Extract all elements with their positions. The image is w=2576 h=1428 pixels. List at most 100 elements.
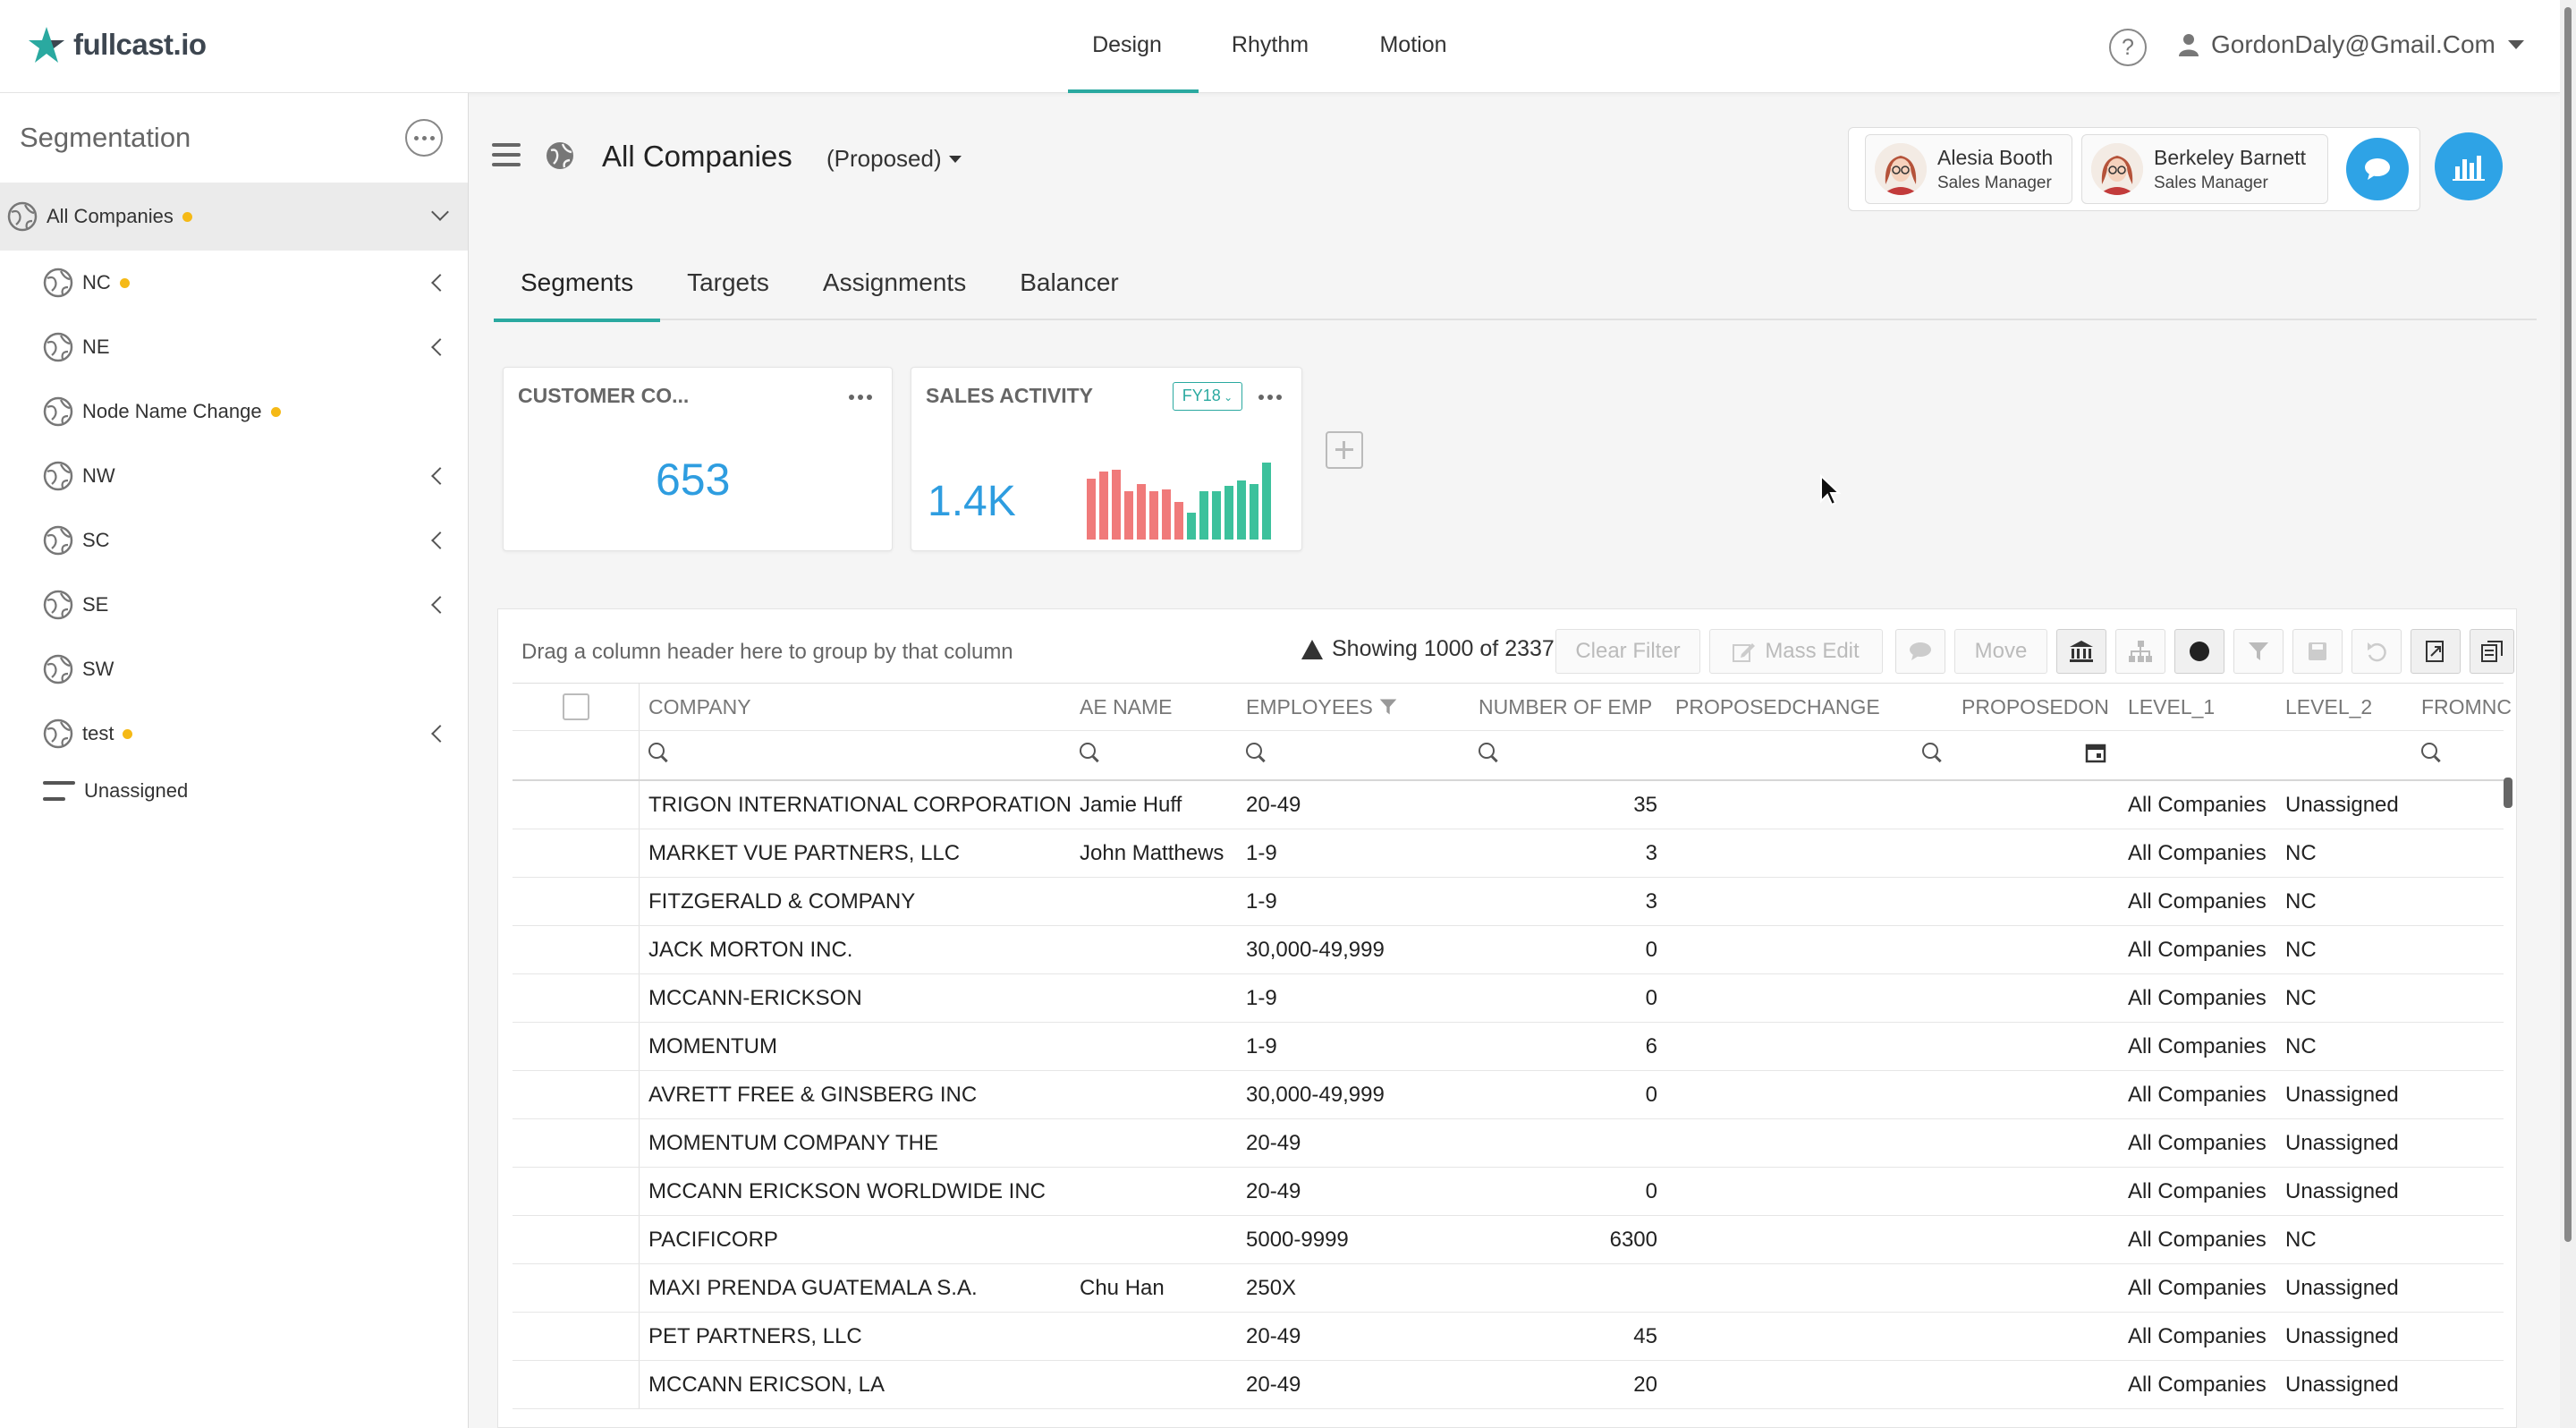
ae-name-filter[interactable]	[1071, 742, 1237, 769]
hierarchy-button[interactable]	[2115, 629, 2165, 674]
tab-segments[interactable]: Segments	[494, 251, 661, 322]
page-scrollbar[interactable]	[2560, 0, 2576, 1428]
column-header-proposedon[interactable]: PROPOSEDON	[1953, 695, 2119, 719]
filter-button[interactable]	[2233, 629, 2284, 674]
period-select[interactable]: FY18 ⌄	[1173, 382, 1242, 411]
mass-edit-button[interactable]: Mass Edit	[1709, 629, 1883, 674]
chevron-left-icon[interactable]	[431, 725, 449, 743]
clear-filter-button[interactable]: Clear Filter	[1555, 629, 1700, 674]
employees-filter[interactable]	[1237, 742, 1470, 769]
logo[interactable]: fullcast.io	[27, 25, 207, 64]
more-icon[interactable]	[1258, 395, 1282, 400]
columns-button[interactable]	[2470, 629, 2514, 674]
group-by-hint[interactable]: Drag a column header here to group by th…	[521, 640, 1013, 665]
chevron-left-icon[interactable]	[431, 274, 449, 292]
manager-card[interactable]: Berkeley Barnett Sales Manager	[2081, 134, 2328, 204]
sidebar-item-ne[interactable]: NE	[0, 315, 468, 379]
help-icon[interactable]: ?	[2109, 29, 2147, 66]
tree-root-all-companies[interactable]: All Companies	[0, 183, 468, 251]
menu-icon[interactable]	[492, 143, 521, 166]
record-button[interactable]	[2174, 629, 2224, 674]
table-row[interactable]: TRIGON INTERNATIONAL CORPORATION Jamie Hu…	[513, 781, 2504, 829]
row-select-cell[interactable]	[513, 974, 640, 1022]
manager-card[interactable]: Alesia Booth Sales Manager	[1865, 134, 2072, 204]
grid-scrollbar[interactable]	[2504, 776, 2512, 1428]
row-select-cell[interactable]	[513, 829, 640, 877]
row-select-cell[interactable]	[513, 1264, 640, 1312]
row-select-cell[interactable]	[513, 781, 640, 829]
nav-design[interactable]: Design	[1055, 0, 1199, 93]
number-of-emp-filter[interactable]	[1470, 742, 1666, 769]
tab-balancer[interactable]: Balancer	[993, 251, 1146, 320]
export-button[interactable]	[2411, 629, 2461, 674]
table-row[interactable]: JACK MORTON INC. 30,000-49,999 0 All Compan…	[513, 926, 2504, 974]
analytics-button[interactable]	[2435, 132, 2503, 200]
chevron-left-icon[interactable]	[431, 596, 449, 614]
row-select-cell[interactable]	[513, 1023, 640, 1070]
chevron-left-icon[interactable]	[431, 467, 449, 485]
row-select-cell[interactable]	[513, 1216, 640, 1263]
sales-activity-card[interactable]: SALES ACTIVITY FY18 ⌄ 1.4K	[911, 367, 1302, 551]
column-header-fromnc[interactable]: FROMNC	[2412, 695, 2511, 719]
chat-button[interactable]	[2346, 138, 2409, 200]
sidebar-item-unassigned[interactable]: Unassigned	[0, 766, 468, 816]
sidebar-item-nw[interactable]: NW	[0, 444, 468, 508]
sidebar-item-sc[interactable]: SC	[0, 508, 468, 573]
column-header-number-of-emp[interactable]: NUMBER OF EMP	[1470, 695, 1666, 719]
sidebar-item-sw[interactable]: SW	[0, 637, 468, 701]
nav-motion[interactable]: Motion	[1342, 0, 1485, 93]
sidebar-item-nc[interactable]: NC	[0, 251, 468, 315]
table-row[interactable]: MOMENTUM 1-9 6 All Companies NC	[513, 1023, 2504, 1071]
table-row[interactable]: MAXI PRENDA GUATEMALA S.A. Chu Han 250X All…	[513, 1264, 2504, 1313]
chevron-down-icon[interactable]	[431, 203, 449, 221]
chevron-left-icon[interactable]	[431, 531, 449, 549]
column-header-proposedchange[interactable]: PROPOSEDCHANGE	[1666, 695, 1953, 719]
row-select-cell[interactable]	[513, 926, 640, 973]
scrollbar-thumb[interactable]	[2504, 778, 2512, 808]
table-row[interactable]: PACIFICORP 5000-9999 6300 All Companies NC	[513, 1216, 2504, 1264]
column-header-employees[interactable]: EMPLOYEES	[1237, 695, 1470, 719]
sidebar-item-node-name-change[interactable]: Node Name Change	[0, 379, 468, 444]
row-select-cell[interactable]	[513, 1313, 640, 1360]
proposedon-filter[interactable]	[1953, 742, 2119, 769]
undo-button[interactable]	[2351, 629, 2402, 674]
row-select-cell[interactable]	[513, 1119, 640, 1167]
bank-button[interactable]	[2056, 629, 2106, 674]
column-header-company[interactable]: COMPANY	[640, 695, 1071, 719]
column-header-level-2[interactable]: LEVEL_2	[2276, 695, 2412, 719]
table-row[interactable]: FITZGERALD & COMPANY 1-9 3 All Companies NC	[513, 878, 2504, 926]
row-select-cell[interactable]	[513, 1168, 640, 1215]
sidebar-item-test[interactable]: test	[0, 701, 468, 766]
proposedchange-filter[interactable]	[1666, 742, 1953, 769]
column-header-ae-name[interactable]: AE NAME	[1071, 695, 1237, 719]
version-dropdown[interactable]: (Proposed)	[826, 145, 962, 173]
table-row[interactable]: MOMENTUM COMPANY THE 20-49 All Companies Un…	[513, 1119, 2504, 1168]
column-header-level-1[interactable]: LEVEL_1	[2119, 695, 2276, 719]
table-row[interactable]: PET PARTNERS, LLC 20-49 45 All Companies Una…	[513, 1313, 2504, 1361]
tab-targets[interactable]: Targets	[660, 251, 796, 320]
select-all-checkbox[interactable]	[562, 693, 589, 720]
comment-button[interactable]	[1895, 629, 1945, 674]
table-row[interactable]: MCCANN ERICSON, LA 20-49 20 All Companies Un…	[513, 1361, 2504, 1409]
row-select-cell[interactable]	[513, 878, 640, 925]
table-row[interactable]: AVRETT FREE & GINSBERG INC 30,000-49,999 0…	[513, 1071, 2504, 1119]
table-row[interactable]: MCCANN-ERICKSON 1-9 0 All Companies NC	[513, 974, 2504, 1023]
more-icon[interactable]	[849, 395, 872, 400]
user-menu[interactable]: GordonDaly@Gmail.Com	[2179, 30, 2524, 59]
save-button[interactable]	[2292, 629, 2343, 674]
tab-assignments[interactable]: Assignments	[796, 251, 993, 320]
customer-count-card[interactable]: CUSTOMER CO... 653	[503, 367, 893, 551]
sidebar-item-se[interactable]: SE	[0, 573, 468, 637]
table-row[interactable]: MCCANN ERICKSON WORLDWIDE INC 20-49 0 All C…	[513, 1168, 2504, 1216]
nav-rhythm[interactable]: Rhythm	[1199, 0, 1342, 93]
company-filter[interactable]	[640, 742, 1071, 769]
add-card-button[interactable]	[1326, 431, 1363, 469]
row-select-cell[interactable]	[513, 1361, 640, 1408]
row-select-cell[interactable]	[513, 1071, 640, 1118]
chevron-left-icon[interactable]	[431, 338, 449, 356]
fromnc-filter[interactable]	[2412, 742, 2511, 769]
move-button[interactable]: Move	[1954, 629, 2047, 674]
more-options-icon[interactable]	[405, 119, 443, 157]
table-row[interactable]: MARKET VUE PARTNERS, LLC John Matthews 1-9…	[513, 829, 2504, 878]
scrollbar-thumb[interactable]	[2564, 7, 2572, 1242]
